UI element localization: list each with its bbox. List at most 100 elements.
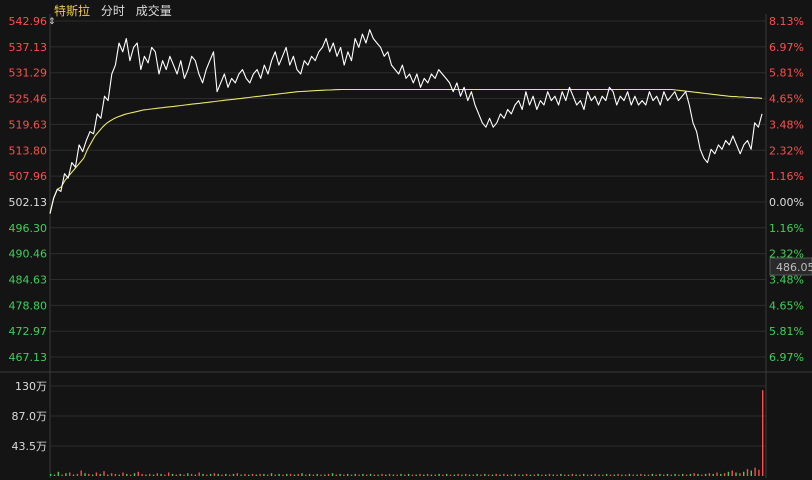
volume-bar — [758, 469, 760, 476]
price-tick-label: 507.96 — [9, 170, 48, 183]
volume-bar — [465, 473, 467, 476]
price-tick-label: 519.63 — [9, 118, 48, 131]
volume-bar — [95, 472, 98, 476]
volume-bar — [674, 473, 676, 476]
percent-axis-labels: 8.13% 6.97% 5.81% 4.65% 3.48% 2.32% 1.16% 0.00%… — [769, 15, 804, 364]
current-price-tag: 486.05 — [769, 257, 812, 276]
volume-bar — [525, 473, 528, 476]
volume-tick-label: 130万 — [15, 380, 47, 393]
price-tick-label: 525.46 — [9, 93, 48, 106]
volume-bar — [693, 473, 695, 476]
volume-bar — [171, 473, 174, 476]
volume-bar — [388, 473, 391, 476]
volume-bar — [61, 474, 63, 476]
volume-bar — [358, 474, 360, 476]
volume-bar — [491, 474, 494, 476]
volume-bar — [663, 474, 665, 476]
volume-bar — [567, 474, 570, 476]
volume-tick-label: 43.5万 — [12, 440, 48, 453]
chart-canvas[interactable]: 542.96 537.13 531.29 525.46 519.63 513.80 507.… — [0, 0, 812, 480]
volume-bar — [179, 473, 181, 476]
volume-bar — [133, 473, 136, 476]
volume-bar — [739, 473, 741, 476]
volume-bar — [426, 473, 429, 476]
volume-bar — [209, 473, 212, 476]
volume-bar — [114, 473, 117, 476]
percent-tick-label: 6.97% — [769, 41, 804, 54]
volume-bar — [583, 473, 585, 476]
volume-bar — [743, 471, 745, 476]
volume-bar — [522, 474, 524, 476]
price-tick-label: 513.80 — [9, 144, 48, 157]
volume-bar — [80, 470, 82, 476]
volume-bar — [377, 474, 379, 476]
volume-bar — [762, 390, 764, 476]
percent-tick-label: 8.13% — [769, 15, 804, 28]
volume-bar — [434, 474, 436, 476]
volume-bar — [537, 473, 539, 476]
volume-bar — [666, 473, 669, 476]
percent-tick-label: 1.16% — [769, 222, 804, 235]
price-line-layer — [49, 29, 763, 214]
price-tick-label: 478.80 — [9, 299, 48, 312]
price-tick-label: 496.30 — [9, 222, 48, 235]
average-price-line — [49, 88, 763, 214]
volume-bar — [678, 474, 680, 476]
percent-tick-label: 5.81% — [769, 325, 804, 338]
volume-bar — [404, 474, 406, 476]
volume-bar — [704, 473, 707, 476]
volume-bar — [594, 473, 596, 476]
volume-bar — [575, 474, 577, 476]
volume-bar — [118, 474, 120, 476]
volume-bar — [518, 474, 520, 476]
volume-bar — [712, 473, 714, 476]
volume-bar — [343, 474, 345, 476]
price-tick-label: 537.13 — [9, 41, 48, 54]
volume-bar — [236, 473, 238, 476]
volume-bar — [267, 474, 269, 476]
volume-bar — [449, 474, 452, 476]
volume-bar — [708, 473, 711, 476]
volume-bar — [750, 470, 752, 476]
volume-bar — [289, 473, 292, 476]
volume-bar — [651, 473, 653, 476]
volume-bar — [598, 474, 600, 476]
volume-bar — [697, 473, 699, 476]
volume-bar — [263, 473, 265, 476]
volume-bar — [278, 473, 280, 476]
volume-bar — [457, 473, 459, 476]
volume-bar — [701, 474, 703, 476]
grid-lines — [0, 14, 812, 478]
volume-bar — [613, 474, 615, 476]
volume-bar — [480, 474, 482, 476]
volume-bar — [373, 474, 375, 476]
percent-tick-label: 1.16% — [769, 170, 804, 183]
volume-bar — [301, 473, 303, 476]
volume-bar — [564, 474, 566, 476]
scroll-up-arrow-icon[interactable]: ⇕ — [48, 17, 56, 27]
volume-bar — [636, 474, 638, 476]
volume-bar — [244, 473, 246, 476]
volume-bar — [198, 472, 200, 476]
volume-bar — [259, 473, 261, 476]
volume-bar — [164, 474, 166, 476]
percent-tick-label: 0.00% — [769, 196, 804, 209]
volume-bar — [453, 474, 455, 476]
volume-bars — [50, 390, 764, 476]
volume-bar — [320, 474, 322, 476]
price-tag-label: 486.05 — [776, 261, 812, 274]
volume-bar — [347, 473, 349, 476]
volume-bar — [541, 474, 543, 476]
volume-bar — [202, 473, 204, 476]
volume-bar — [624, 474, 627, 476]
volume-bar — [194, 474, 197, 476]
volume-bar — [270, 473, 273, 476]
volume-bar — [514, 473, 516, 476]
volume-axis-labels: 130万 87.0万 43.5万 — [12, 380, 48, 453]
volume-bar — [716, 472, 718, 476]
price-tick-label: 484.63 — [9, 274, 48, 287]
volume-bar — [548, 473, 551, 476]
volume-bar — [617, 473, 619, 476]
volume-bar — [110, 473, 113, 476]
volume-bar — [430, 474, 433, 476]
